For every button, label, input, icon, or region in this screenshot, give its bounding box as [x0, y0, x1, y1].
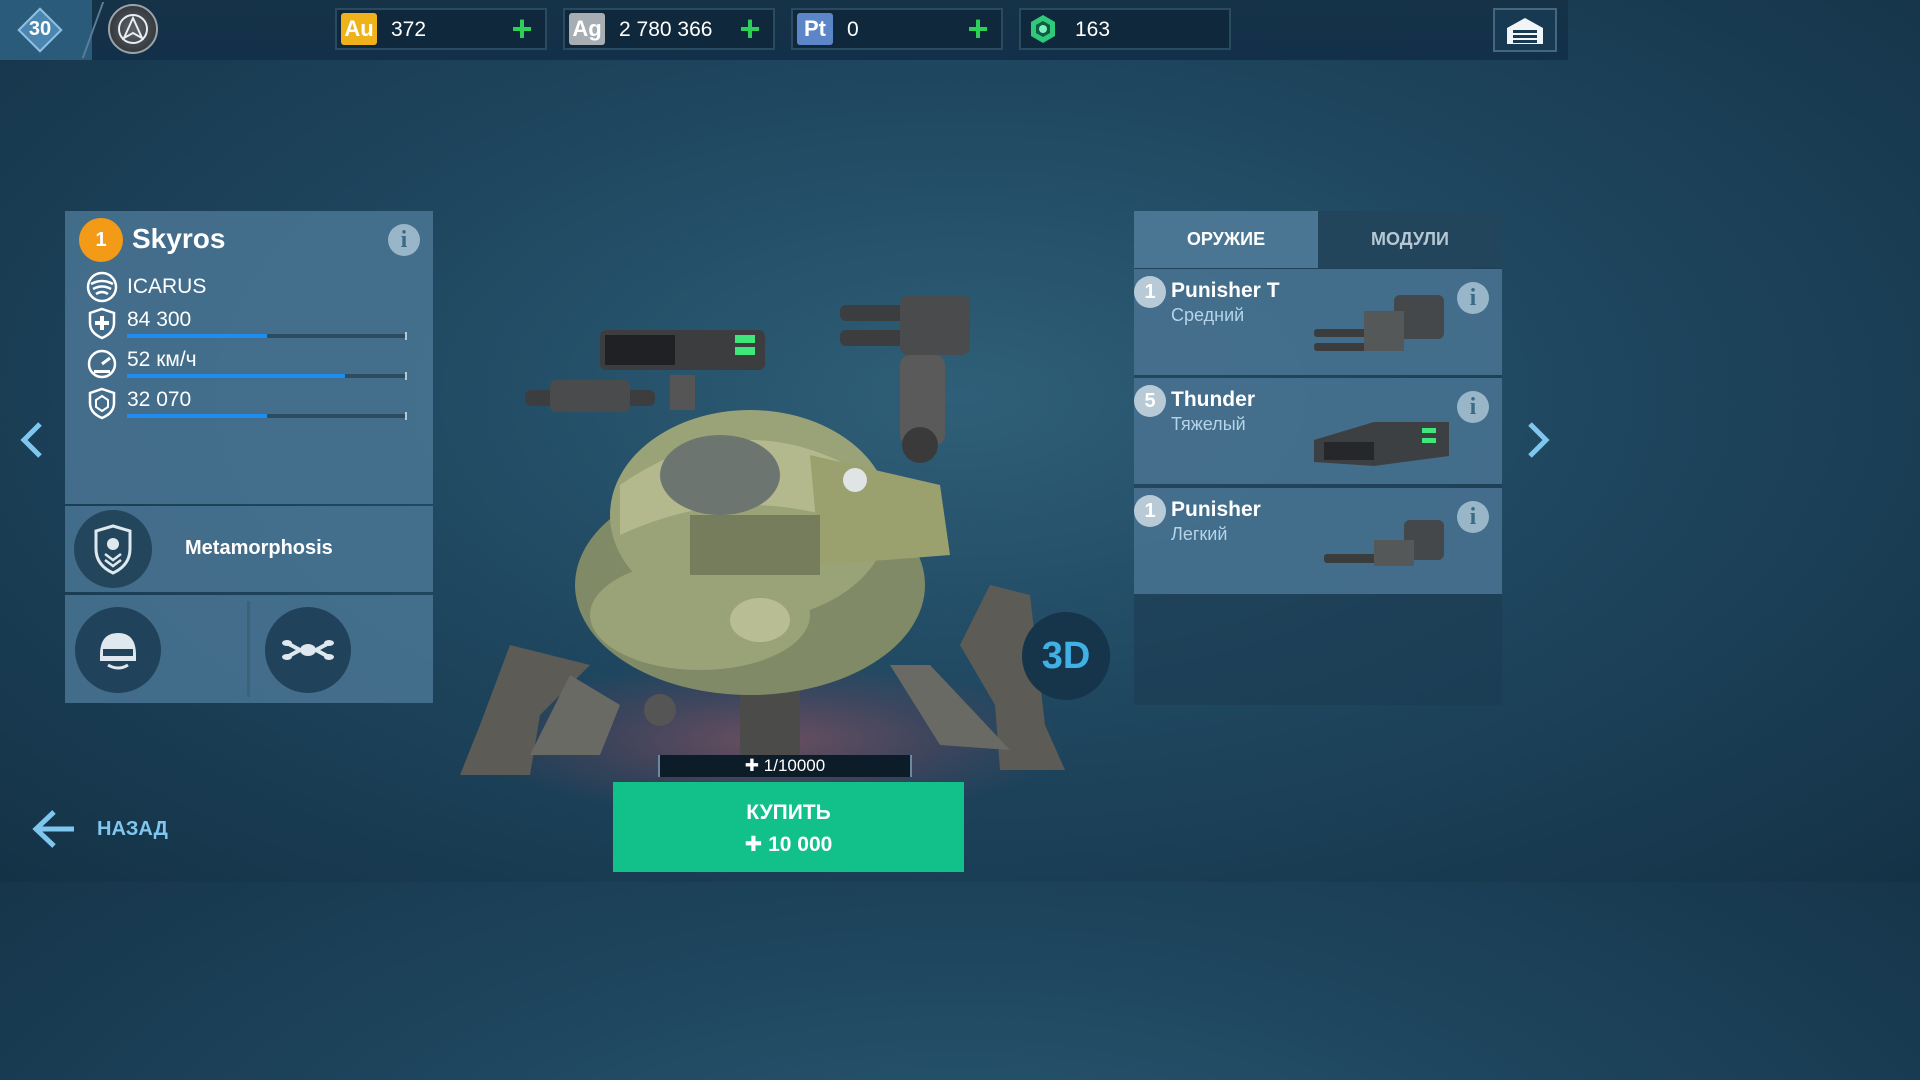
- gold-currency: Au 372 +: [335, 8, 547, 50]
- hangar-button[interactable]: [1493, 8, 1557, 52]
- clan-emblem-icon[interactable]: [108, 4, 158, 54]
- weapon-level-badge: 1: [1134, 495, 1166, 527]
- drone-slot[interactable]: [265, 607, 351, 693]
- robot-tier-badge: 1: [79, 218, 123, 262]
- armor-stat: 32 070: [85, 386, 415, 422]
- armor-value: 32 070: [127, 388, 192, 411]
- speed-bar: [127, 372, 407, 380]
- gold-au-icon: Au: [341, 13, 377, 45]
- puzzle-piece-icon: ✚: [744, 756, 760, 775]
- thunder-weapon-icon: [1314, 422, 1449, 466]
- weapon-slot-3[interactable]: 1 Punisher Легкий i: [1134, 488, 1502, 594]
- speed-stat: 52 км/ч: [85, 346, 415, 382]
- speedometer-icon: [87, 349, 117, 379]
- back-button[interactable]: НАЗАД: [30, 806, 230, 852]
- health-shield-icon: [88, 307, 116, 340]
- armor-bar: [127, 412, 407, 420]
- weapon-info-button[interactable]: i: [1457, 282, 1489, 314]
- back-arrow-icon: [32, 810, 74, 848]
- platinum-pt-icon: Pt: [797, 13, 833, 45]
- equipment-slots: [65, 595, 433, 703]
- level-diamond-icon: 30: [17, 7, 63, 53]
- buy-label: КУПИТЬ: [746, 801, 831, 824]
- ability-row[interactable]: Metamorphosis: [65, 506, 433, 592]
- speed-value: 52 км/ч: [127, 348, 197, 371]
- token-value: 163: [1075, 18, 1111, 41]
- buy-price-value: 10 000: [768, 833, 833, 856]
- player-level-box[interactable]: 30: [0, 0, 92, 60]
- pilot-slot[interactable]: [75, 607, 161, 693]
- faction-row: ICARUS: [85, 270, 415, 306]
- puzzle-piece-icon: ✚: [744, 833, 763, 856]
- back-label: НАЗАД: [97, 818, 168, 840]
- hangar-icon: [1507, 18, 1543, 44]
- metamorphosis-ability-icon: [74, 510, 152, 588]
- gold-value: 372: [391, 18, 427, 41]
- silver-ag-icon: Ag: [569, 13, 605, 45]
- platinum-currency: Pt 0 +: [791, 8, 1003, 50]
- pilot-helmet-icon: [100, 633, 136, 670]
- punisher-t-weapon-icon: [1314, 295, 1444, 351]
- silver-currency: Ag 2 780 366 +: [563, 8, 775, 50]
- parts-progress-value: 1/10000: [763, 756, 826, 775]
- token-currency: 163: [1019, 8, 1231, 50]
- tab-weapons[interactable]: ОРУЖИЕ: [1134, 211, 1318, 268]
- weapon-class: Средний: [1171, 305, 1245, 325]
- buy-button[interactable]: КУПИТЬ ✚ 10 000: [613, 782, 964, 872]
- drone-icon: [282, 640, 334, 660]
- health-stat: 84 300: [85, 306, 415, 342]
- slot-divider: [247, 601, 250, 697]
- weapon-info-button[interactable]: i: [1457, 501, 1489, 533]
- hex-armor-icon: [88, 387, 116, 420]
- robot-faction: ICARUS: [127, 275, 207, 298]
- add-platinum-button[interactable]: +: [963, 11, 993, 47]
- weapon-slot-2[interactable]: 5 Thunder Тяжелый i: [1134, 378, 1502, 484]
- weapon-info-button[interactable]: i: [1457, 391, 1489, 423]
- add-silver-button[interactable]: +: [735, 11, 765, 47]
- previous-robot-arrow-icon[interactable]: [18, 420, 48, 460]
- icarus-faction-icon: [86, 271, 118, 303]
- player-level: 30: [28, 18, 52, 40]
- health-value: 84 300: [127, 308, 192, 331]
- weapon-level-badge: 1: [1134, 276, 1166, 308]
- weapon-slot-1[interactable]: 1 Punisher T Средний i: [1134, 269, 1502, 375]
- punisher-weapon-icon: [1324, 520, 1444, 566]
- buy-price: ✚ 10 000: [613, 832, 964, 857]
- parts-progress: ✚ 1/10000: [658, 755, 912, 777]
- robot-info-button[interactable]: i: [388, 224, 420, 256]
- add-gold-button[interactable]: +: [507, 11, 537, 47]
- tab-modules[interactable]: МОДУЛИ: [1318, 211, 1502, 268]
- robot-stats-card: 1 Skyros i ICARUS 84 300 52 км/ч 32 070: [65, 211, 433, 504]
- weapon-level-badge: 5: [1134, 385, 1166, 417]
- robot-name: Skyros: [132, 223, 226, 254]
- loadout-panel: ОРУЖИЕ МОДУЛИ 1 Punisher T Средний i 5 T…: [1134, 211, 1502, 705]
- ability-name: Metamorphosis: [185, 537, 333, 559]
- hex-token-icon: [1025, 13, 1061, 45]
- next-robot-arrow-icon[interactable]: [1522, 420, 1552, 460]
- weapon-class: Легкий: [1171, 524, 1228, 544]
- 3d-view-button[interactable]: 3D: [1022, 612, 1110, 700]
- platinum-value: 0: [847, 18, 859, 41]
- health-bar: [127, 332, 407, 340]
- weapon-name: Punisher: [1171, 498, 1261, 521]
- weapon-name: Thunder: [1171, 388, 1255, 411]
- robot-model-image[interactable]: [420, 285, 1080, 785]
- robot-info-panel: 1 Skyros i ICARUS 84 300 52 км/ч 32 070 …: [65, 211, 433, 703]
- silver-value: 2 780 366: [619, 18, 713, 41]
- top-bar: 30 Au 372 + Ag 2 780 366 + Pt 0 + 163: [0, 0, 1568, 60]
- weapon-name: Punisher T: [1171, 279, 1280, 302]
- weapon-class: Тяжелый: [1171, 414, 1246, 434]
